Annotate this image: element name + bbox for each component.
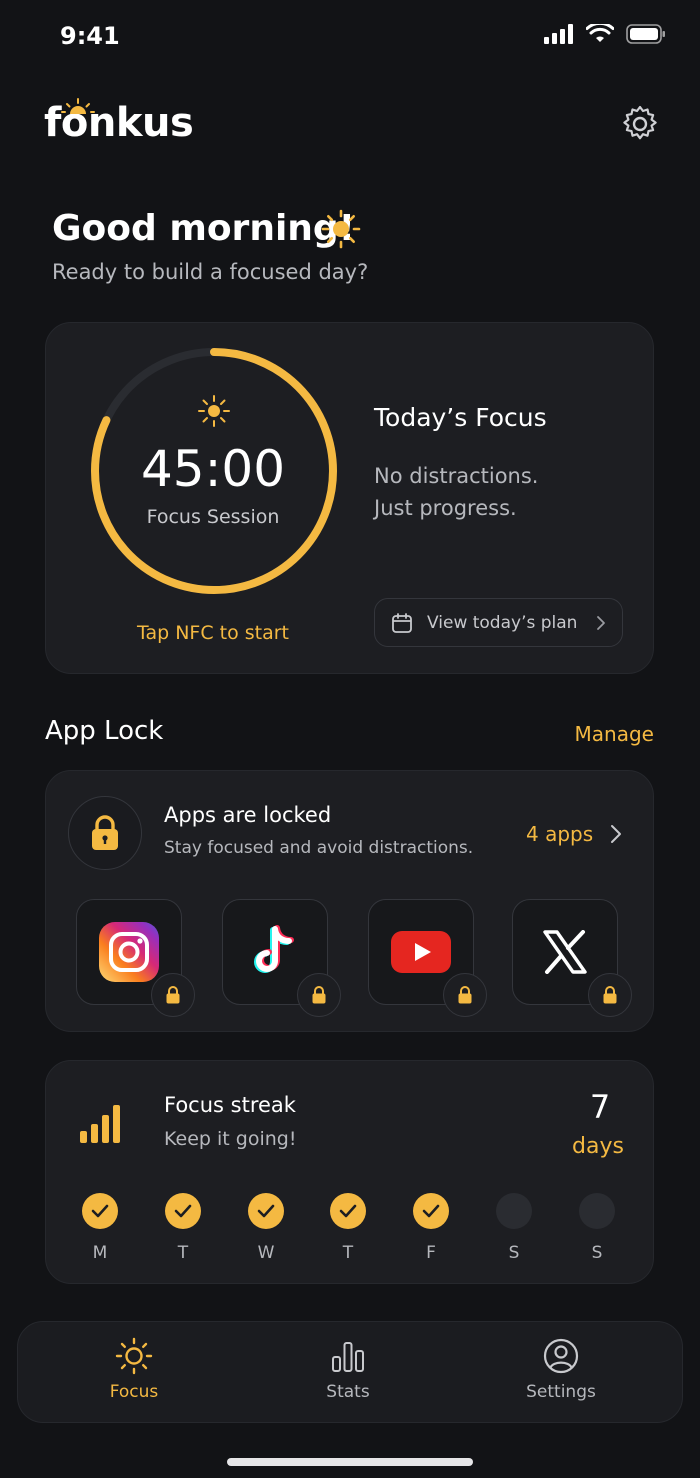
check-icon: [257, 1204, 275, 1218]
streak-day-label: F: [426, 1243, 436, 1263]
tab-focus[interactable]: Focus: [64, 1336, 204, 1402]
padlock-icon: [92, 815, 118, 850]
tab-stats-label: Stats: [326, 1382, 370, 1402]
timer-value: 45:00: [140, 440, 286, 498]
today-focus-title: Today’s Focus: [374, 403, 547, 432]
timer-sun-icon: [198, 395, 230, 427]
nfc-hint[interactable]: Tap NFC to start: [90, 622, 336, 644]
streak-bars-icon: [80, 1105, 120, 1143]
streak-day-label: M: [92, 1243, 108, 1263]
check-icon: [422, 1204, 440, 1218]
view-plan-button[interactable]: View today’s plan: [374, 598, 623, 647]
signal-icon: [544, 24, 573, 44]
streak-day-label: S: [508, 1243, 520, 1263]
app-lock-badge: [443, 973, 487, 1017]
streak-day-label: S: [591, 1243, 603, 1263]
app-lock-badge: [151, 973, 195, 1017]
locked-status-title: Apps are locked: [164, 803, 332, 827]
tab-focus-label: Focus: [109, 1382, 159, 1402]
small-padlock-icon: [312, 986, 326, 1004]
chevron-right-icon: [597, 615, 605, 630]
tab-settings[interactable]: Settings: [491, 1336, 631, 1402]
calendar-icon: [392, 612, 412, 633]
tab-settings-label: Settings: [526, 1382, 596, 1402]
x-icon: [543, 930, 587, 974]
chevron-right-icon[interactable]: [610, 824, 622, 844]
home-indicator[interactable]: [227, 1458, 473, 1466]
app-lock-badge: [297, 973, 341, 1017]
status-time: 9:41: [60, 22, 120, 50]
logo-sun-icon: [61, 98, 95, 114]
lock-status-badge: [68, 796, 142, 870]
status-icons: [544, 24, 666, 44]
today-focus-line2: Just progress.: [374, 496, 517, 520]
instagram-icon: [99, 922, 159, 982]
tab-stats[interactable]: Stats: [278, 1336, 418, 1402]
sun-tab-icon: [115, 1337, 153, 1375]
wifi-icon: [586, 24, 614, 42]
greeting-title: Good morning!: [52, 208, 356, 249]
streak-day-dot: [82, 1193, 118, 1229]
streak-day-label: T: [177, 1243, 189, 1263]
streak-count: 7: [589, 1088, 611, 1126]
streak-day-dot: [248, 1193, 284, 1229]
small-padlock-icon: [166, 986, 180, 1004]
streak-day-dot: [413, 1193, 449, 1229]
streak-day-label: W: [257, 1243, 275, 1263]
streak-unit: days: [572, 1134, 624, 1159]
manage-link[interactable]: Manage: [575, 722, 654, 746]
streak-day-dot: [496, 1193, 532, 1229]
locked-apps-count[interactable]: 4 apps: [526, 822, 593, 846]
locked-status-subtitle: Stay focused and avoid distractions.: [164, 838, 474, 858]
app-lock-title: App Lock: [45, 716, 164, 746]
sun-icon: [321, 209, 361, 249]
profile-icon: [543, 1338, 579, 1374]
view-plan-label: View today’s plan: [427, 612, 578, 633]
streak-day-dot: [579, 1193, 615, 1229]
greeting-subtitle: Ready to build a focused day?: [52, 260, 369, 284]
tiktok-icon: [254, 925, 294, 973]
streak-day-dot: [165, 1193, 201, 1229]
check-icon: [91, 1204, 109, 1218]
small-padlock-icon: [458, 986, 472, 1004]
today-focus-line1: No distractions.: [374, 464, 539, 488]
small-padlock-icon: [603, 986, 617, 1004]
streak-day-dot: [330, 1193, 366, 1229]
youtube-icon: [391, 931, 451, 973]
app-lock-badge: [588, 973, 632, 1017]
streak-title: Focus streak: [164, 1093, 296, 1117]
settings-gear-icon[interactable]: [620, 104, 660, 144]
check-icon: [339, 1204, 357, 1218]
streak-subtitle: Keep it going!: [164, 1128, 297, 1150]
check-icon: [174, 1204, 192, 1218]
streak-day-label: T: [342, 1243, 354, 1263]
stats-icon: [332, 1342, 364, 1372]
battery-icon: [626, 24, 665, 44]
timer-label: Focus Session: [146, 506, 280, 528]
